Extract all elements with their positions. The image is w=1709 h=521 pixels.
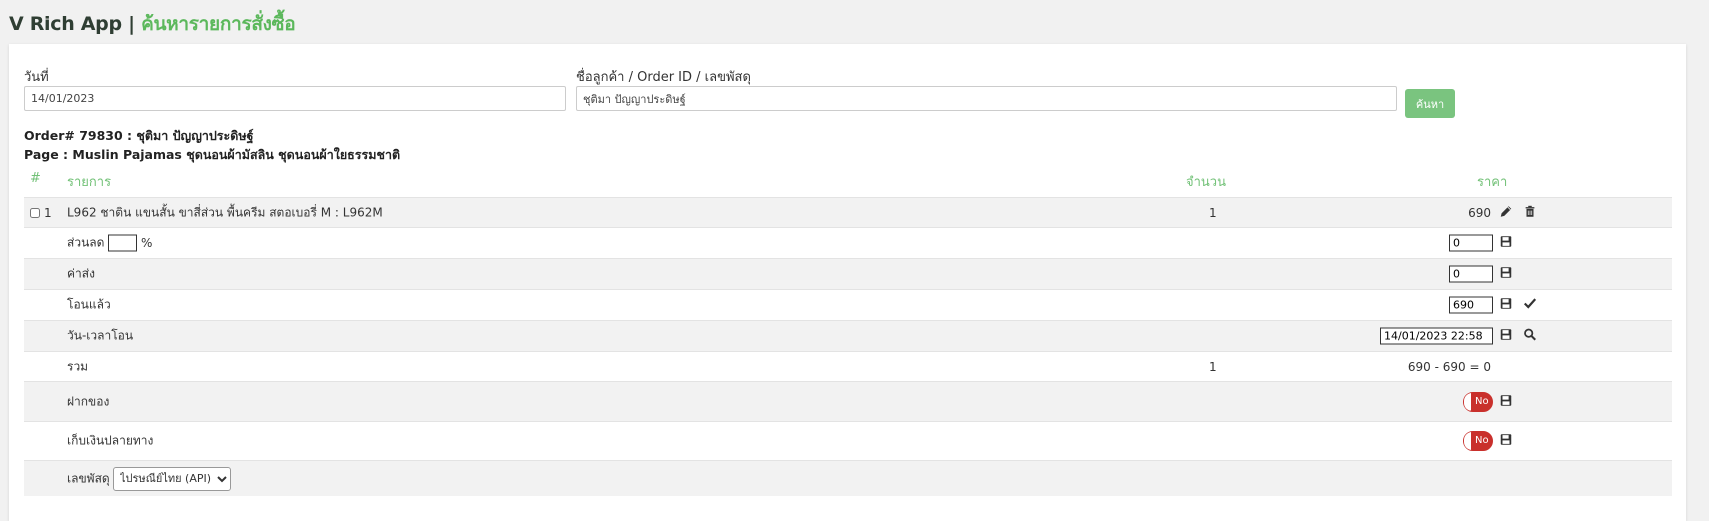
- search-icon[interactable]: [1523, 328, 1537, 345]
- cod-toggle-label: No: [1475, 435, 1489, 446]
- page-title: ค้นหารายการสั่งซื้อ: [141, 13, 296, 35]
- cod-label: เก็บเงินปลายทาง: [67, 433, 154, 448]
- check-icon[interactable]: [1523, 297, 1537, 314]
- save-icon[interactable]: [1499, 433, 1513, 450]
- discount-percent-input[interactable]: [108, 234, 137, 252]
- deposit-toggle[interactable]: No: [1463, 391, 1493, 412]
- shipping-amount-input[interactable]: [1449, 265, 1493, 283]
- percent-suffix: %: [141, 236, 153, 250]
- transfer-time-input[interactable]: [1380, 327, 1493, 345]
- item-number: 1: [44, 205, 52, 220]
- save-icon[interactable]: [1499, 393, 1513, 410]
- date-input[interactable]: [24, 86, 566, 111]
- transfer-time-row: วัน-เวลาโอน: [24, 320, 1672, 351]
- discount-label: ส่วนลด: [67, 235, 105, 250]
- discount-amount-input[interactable]: [1449, 234, 1493, 252]
- item-qty: 1: [1209, 205, 1217, 220]
- carrier-select[interactable]: ไปรษณีย์ไทย (API): [113, 466, 231, 491]
- cod-row: เก็บเงินปลายทาง No: [24, 421, 1672, 460]
- deposit-label: ฝากของ: [67, 394, 110, 408]
- trash-icon[interactable]: [1523, 204, 1537, 221]
- order-items-table: # รายการ จำนวน ราคา 1 L962 ชาติน แขนสั้น…: [24, 161, 1672, 496]
- date-label: วันที่: [24, 70, 49, 85]
- column-header-price: ราคา: [1477, 175, 1508, 190]
- total-calc: 690 - 690 = 0: [1407, 359, 1491, 374]
- deposit-toggle-label: No: [1475, 395, 1489, 407]
- search-button[interactable]: ค้นหา: [1405, 89, 1455, 118]
- column-header-no: #: [30, 171, 41, 186]
- shipping-label: ค่าส่ง: [67, 266, 95, 281]
- title-separator: |: [128, 13, 135, 35]
- deposit-row: ฝากของ No: [24, 381, 1672, 421]
- tracking-label: เลขพัสดุ: [67, 471, 110, 485]
- table-header: # รายการ จำนวน ราคา: [24, 161, 1672, 197]
- cod-toggle[interactable]: No: [1463, 431, 1493, 451]
- total-row: รวม 1 690 - 690 = 0: [24, 351, 1672, 381]
- total-qty: 1: [1209, 359, 1217, 374]
- item-price: 690: [1468, 205, 1491, 220]
- total-label: รวม: [67, 359, 89, 373]
- save-icon[interactable]: [1499, 235, 1513, 252]
- paid-amount-input[interactable]: [1449, 296, 1493, 314]
- item-name: L962 ชาติน แขนสั้น ขาสี่ส่วน พื้นครีม สต…: [67, 205, 383, 219]
- search-query-input[interactable]: [576, 86, 1397, 111]
- app-header: V Rich App | ค้นหารายการสั่งซื้อ: [0, 0, 1709, 42]
- pencil-icon[interactable]: [1499, 204, 1513, 221]
- column-header-qty: จำนวน: [1186, 175, 1226, 190]
- item-checkbox[interactable]: [30, 206, 40, 220]
- paid-row: โอนแล้ว: [24, 289, 1672, 320]
- shipping-row: ค่าส่ง: [24, 258, 1672, 289]
- discount-row: ส่วนลด %: [24, 227, 1672, 258]
- order-info: Order# 79830 : ชุติมา ปัญญาประดิษฐ์ Page…: [24, 126, 400, 164]
- save-icon[interactable]: [1499, 266, 1513, 283]
- paid-label: โอนแล้ว: [67, 297, 111, 312]
- order-title: Order# 79830 : ชุติมา ปัญญาประดิษฐ์: [24, 128, 254, 143]
- save-icon[interactable]: [1499, 297, 1513, 314]
- order-search-card: วันที่ ชื่อลูกค้า / Order ID / เลขพัสดุ …: [9, 44, 1686, 521]
- tracking-row: เลขพัสดุ ไปรษณีย์ไทย (API): [24, 460, 1672, 496]
- column-header-item: รายการ: [67, 175, 112, 190]
- app-name: V Rich App: [9, 13, 122, 35]
- table-row: 1 L962 ชาติน แขนสั้น ขาสี่ส่วน พื้นครีม …: [24, 197, 1672, 227]
- query-label: ชื่อลูกค้า / Order ID / เลขพัสดุ: [576, 70, 751, 85]
- save-icon[interactable]: [1499, 328, 1513, 345]
- transfer-time-label: วัน-เวลาโอน: [67, 328, 134, 343]
